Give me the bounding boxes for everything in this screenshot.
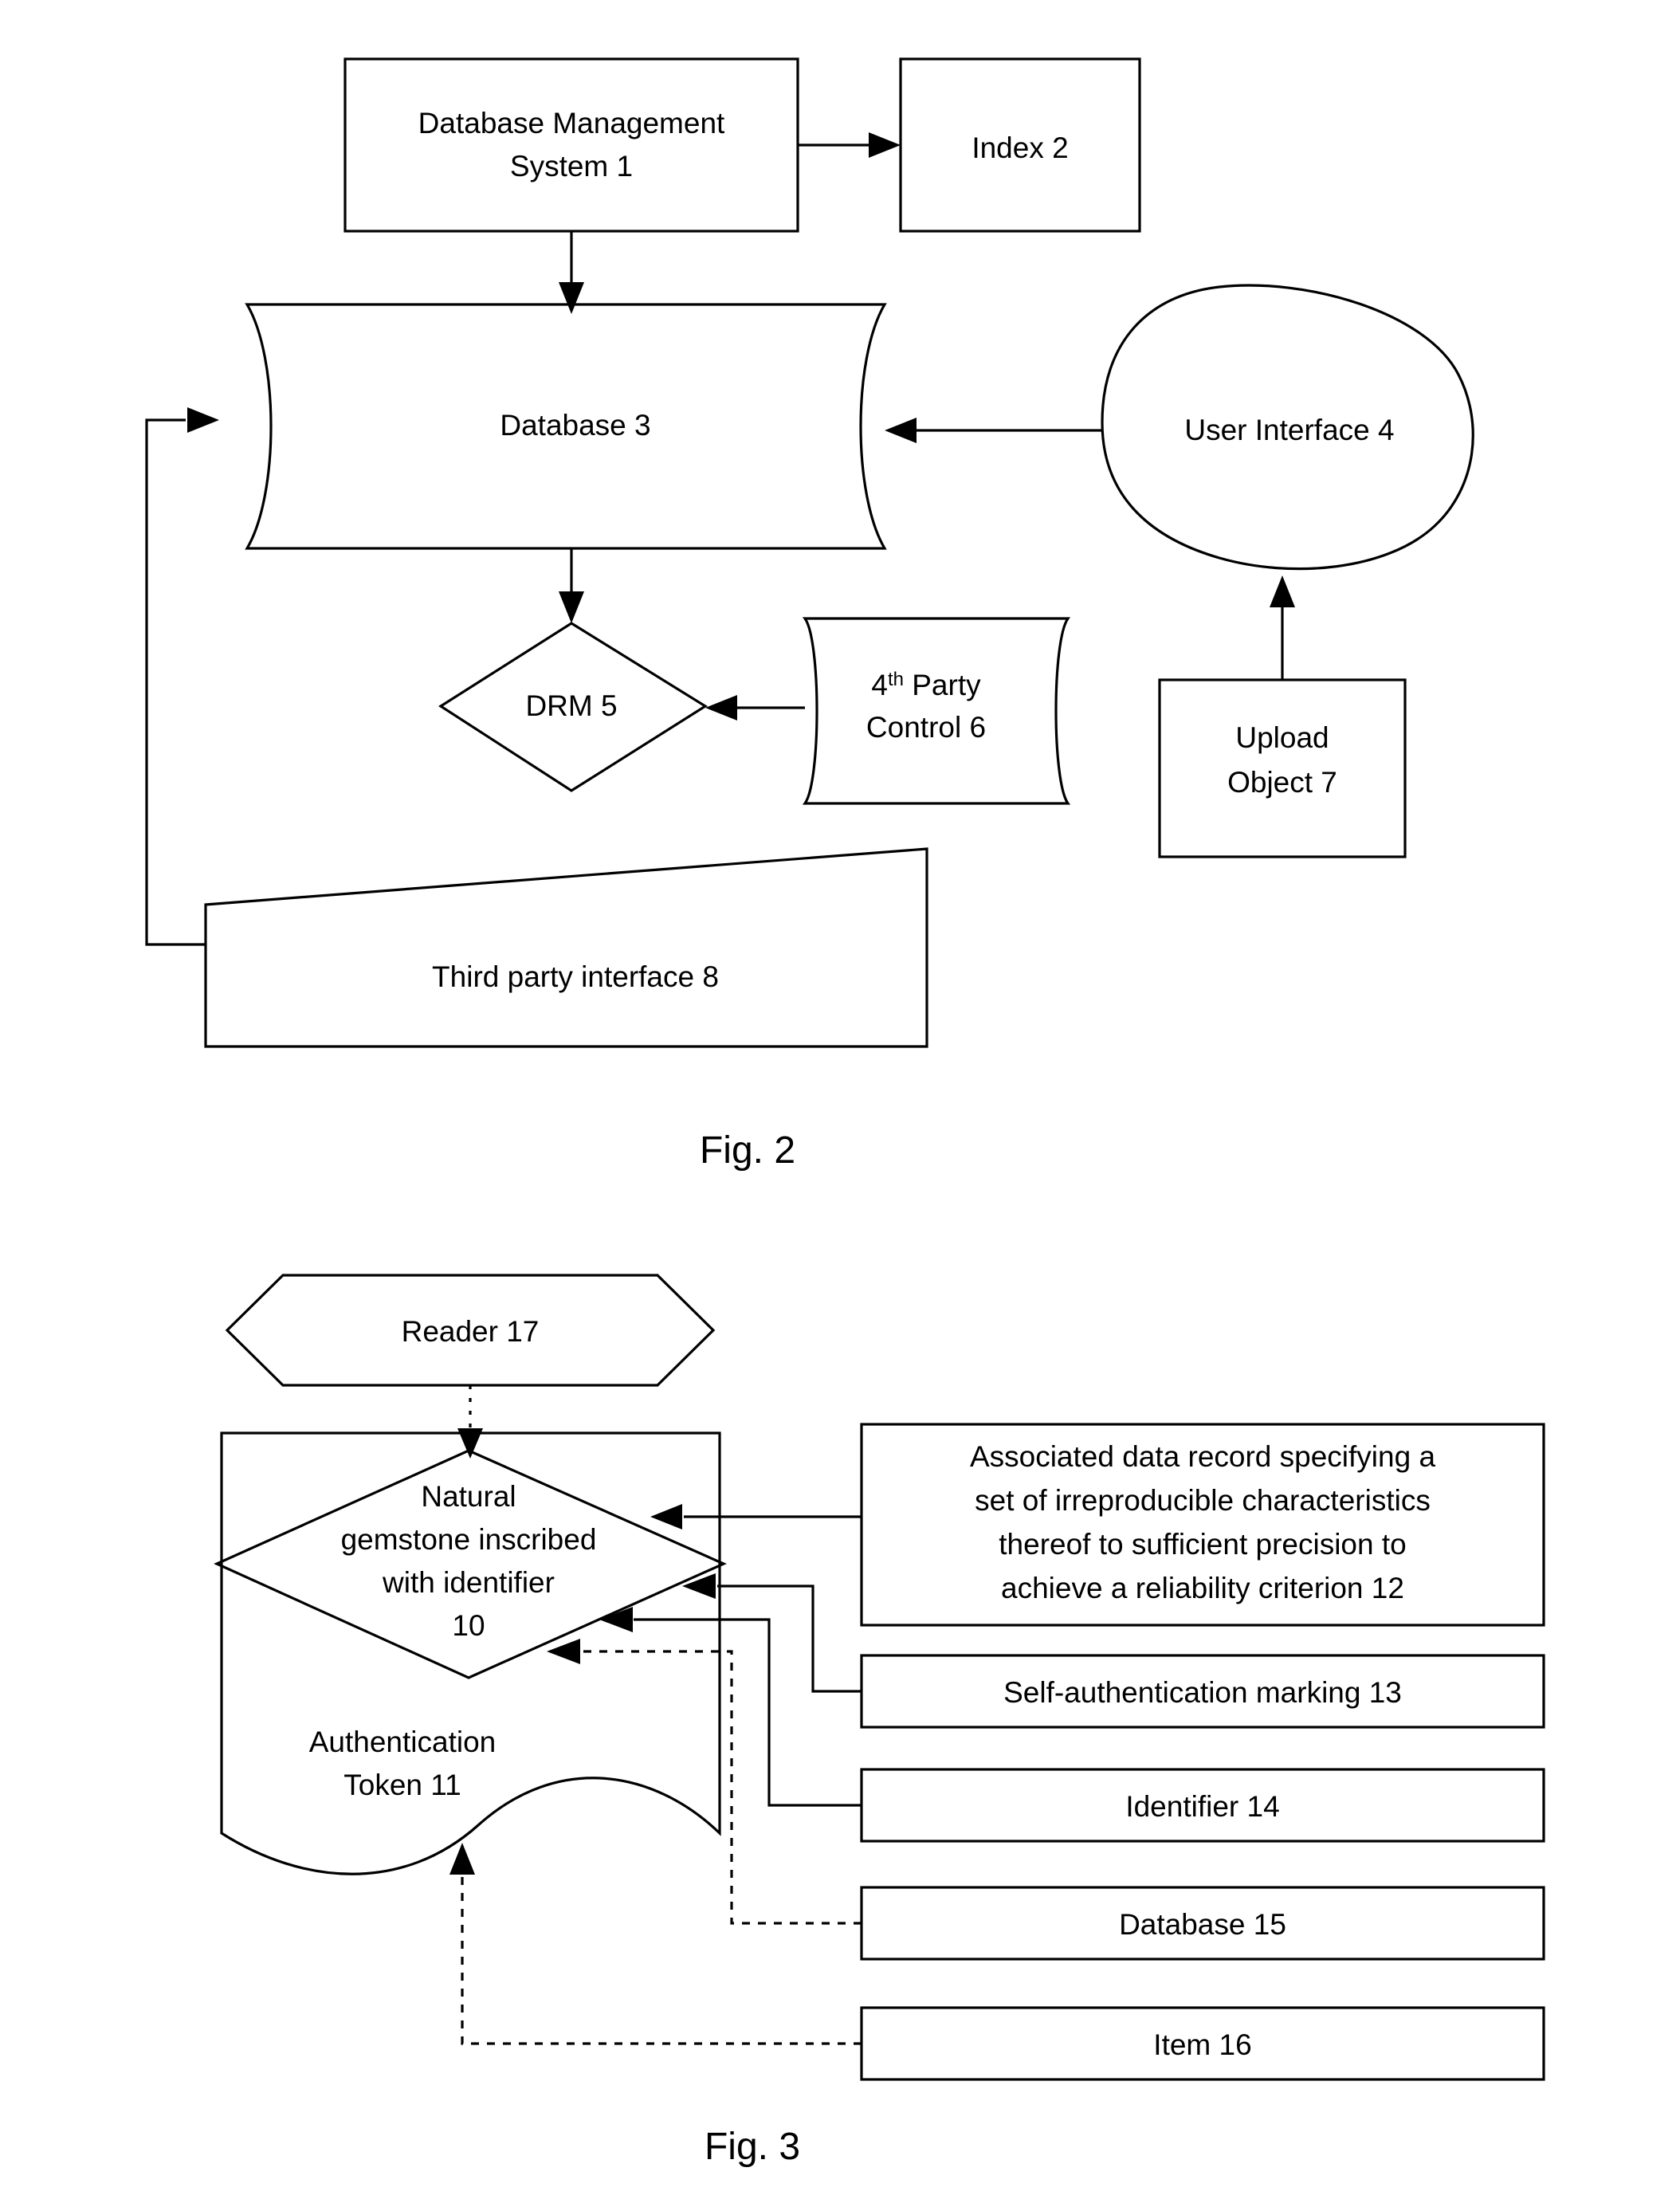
- arrowhead-database15-to-gemstone: [547, 1639, 580, 1664]
- node-index-label: Index 2: [971, 132, 1068, 164]
- node-database15-label: Database 15: [1119, 1908, 1286, 1941]
- node-database-management-system: [343, 57, 799, 233]
- node-natural-gemstone-label-line3: with identifier: [382, 1566, 555, 1599]
- arrowhead-dbms-to-database: [559, 282, 584, 314]
- node-fourth-party-control-superscript: th: [888, 669, 904, 690]
- node-item16-label: Item 16: [1153, 2028, 1251, 2061]
- diagram-canvas: Database Management System 1 Index 2 Data…: [145, 57, 1545, 2168]
- node-reader-label: Reader 17: [402, 1315, 540, 1348]
- arrowhead-third-party-to-database: [187, 407, 219, 433]
- figure-2-caption: Fig. 2: [700, 1129, 795, 1172]
- node-upload-object-label-line2: Object 7: [1227, 766, 1337, 799]
- node-third-party-interface-label: Third party interface 8: [432, 960, 719, 993]
- node-authentication-token-label-line1: Authentication: [309, 1726, 497, 1758]
- node-associated-data-record-line2: set of irreproducible characteristics: [975, 1484, 1431, 1517]
- node-self-authentication-marking-label: Self-authentication marking 13: [1003, 1676, 1402, 1709]
- node-natural-gemstone-label-line2: gemstone inscribed: [341, 1523, 597, 1556]
- node-fourth-party-control-word: Party: [904, 669, 981, 701]
- arrowhead-dbms-to-index: [869, 132, 901, 158]
- node-associated-data-record-line3: thereof to sufficient precision to: [999, 1528, 1406, 1561]
- node-third-party-interface: [204, 847, 928, 1048]
- arrowhead-item16-to-auth-token: [449, 1843, 475, 1875]
- node-associated-data-record-line1: Associated data record specifying a: [970, 1440, 1436, 1473]
- node-natural-gemstone-label-line1: Natural: [421, 1480, 516, 1513]
- connector-third-party-to-database: [145, 418, 206, 946]
- node-database-label: Database 3: [500, 409, 650, 442]
- arrowhead-self-auth-to-gemstone: [682, 1573, 716, 1599]
- arrowhead-record-to-gemstone: [650, 1504, 682, 1529]
- figure-3-caption: Fig. 3: [705, 2126, 800, 2168]
- node-authentication-token-label-line2: Token 11: [343, 1769, 461, 1801]
- node-associated-data-record-line4: achieve a reliability criterion 12: [1001, 1572, 1404, 1604]
- node-drm-label: DRM 5: [525, 689, 617, 722]
- node-natural-gemstone-label-line4: 10: [452, 1609, 485, 1642]
- arrowhead-upload-to-ui: [1270, 575, 1295, 607]
- node-fourth-party-control-label-line2: Control 6: [866, 711, 986, 744]
- node-upload-object-label-line1: Upload: [1235, 721, 1329, 754]
- arrowhead-database-to-drm: [559, 591, 584, 623]
- connector-identifier-to-gemstone: [634, 1618, 862, 1807]
- node-dbms-label-line1: Database Management System 1: [418, 107, 725, 183]
- patent-figure-page: Database Management System 1 Index 2 Data…: [0, 0, 1680, 2199]
- node-identifier-label: Identifier 14: [1125, 1790, 1279, 1823]
- connector-self-auth-to-gemstone: [717, 1584, 862, 1693]
- arrowhead-ui-to-database: [885, 418, 917, 443]
- node-fourth-party-control-label-line1: 4th Party: [871, 669, 981, 701]
- node-fourth-party-control-digit: 4: [871, 669, 888, 701]
- node-user-interface-label: User Interface 4: [1184, 414, 1394, 446]
- connector-item16-to-auth-token: [461, 1873, 862, 2045]
- arrowhead-fourth-party-to-drm: [705, 695, 737, 721]
